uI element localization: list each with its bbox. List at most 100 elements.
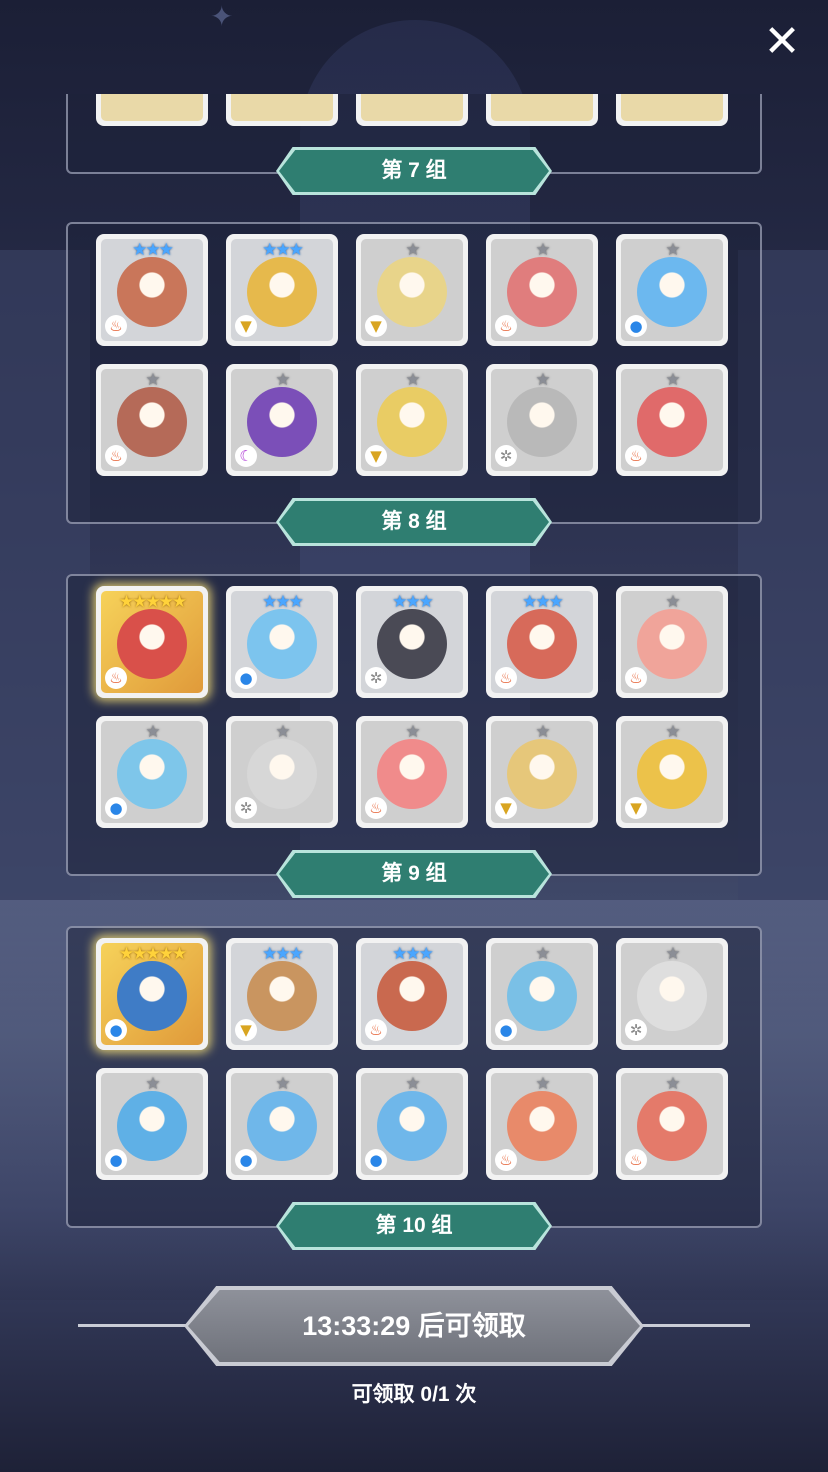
hero-card[interactable]: ★ ● (616, 234, 728, 346)
fire-icon: ♨ (495, 315, 517, 337)
hero-card[interactable]: ★ ♨ (96, 364, 208, 476)
hero-card[interactable]: ★ ▼ (356, 364, 468, 476)
hero-card[interactable]: ★★★ ▼ (226, 234, 338, 346)
star-rating-icon: ★★★ (262, 592, 304, 612)
hero-card[interactable]: ★★★ ● (226, 586, 338, 698)
earth-icon: ▼ (365, 315, 387, 337)
fire-icon: ♨ (105, 667, 127, 689)
hero-portrait-frame: ★ ✲ (231, 721, 333, 823)
hero-portrait-frame: ★★★ ▼ (231, 239, 333, 341)
hero-card[interactable] (486, 94, 598, 126)
hero-card[interactable] (616, 94, 728, 126)
hero-card[interactable]: ★★★★★ ♨ (96, 586, 208, 698)
star-rating-icon: ★ (535, 722, 550, 742)
hero-card[interactable]: ★ ♨ (616, 586, 728, 698)
hero-portrait (247, 961, 317, 1031)
background-star-icon: ✦ (210, 1, 234, 32)
hero-portrait-frame: ★ ● (621, 239, 723, 341)
hero-card[interactable]: ★★★ ♨ (356, 938, 468, 1050)
hero-portrait-frame: ★ ● (101, 721, 203, 823)
fire-icon: ♨ (105, 445, 127, 467)
hero-card[interactable] (96, 94, 208, 126)
hero-portrait-frame: ★★★ ♨ (101, 239, 203, 341)
hero-card[interactable] (356, 94, 468, 126)
earth-icon: ▼ (625, 797, 647, 819)
hero-card[interactable]: ★ ♨ (616, 364, 728, 476)
hero-card[interactable]: ★ ✲ (616, 938, 728, 1050)
claim-button[interactable]: 13:33:29 后可领取 (184, 1286, 644, 1366)
fire-icon: ♨ (625, 667, 647, 689)
star-rating-icon: ★ (665, 944, 680, 964)
star-rating-icon: ★ (535, 1074, 550, 1094)
water-drop-icon: ● (105, 1149, 127, 1171)
hero-portrait-frame: ★★★★★ ● (101, 943, 203, 1045)
hero-portrait-frame: ★ ♨ (621, 1073, 723, 1175)
group-title: 第 9 组 (279, 853, 549, 895)
fire-icon: ♨ (105, 315, 127, 337)
group-title: 第 7 组 (279, 150, 549, 192)
star-rating-icon: ★ (535, 944, 550, 964)
hero-card[interactable]: ★★★ ♨ (486, 586, 598, 698)
hero-card[interactable]: ★ ♨ (486, 234, 598, 346)
hero-card[interactable]: ★ ▼ (486, 716, 598, 828)
hero-card[interactable]: ★★★★★ ● (96, 938, 208, 1050)
reward-group-list[interactable]: 第 7 组 ★★★ ♨ ★★★ ▼ ★ ▼ ★ ♨ ★ ● ★ ♨ ★ ☾ ★ ▼ ★ ✲ ★ ♨ 第 8 组 ★★★★★ ♨… (66, 94, 762, 1256)
star-rating-icon: ★ (275, 1074, 290, 1094)
hero-portrait (117, 1091, 187, 1161)
group-title: 第 8 组 (279, 501, 549, 543)
star-rating-icon: ★ (405, 1074, 420, 1094)
water-drop-icon: ● (105, 797, 127, 819)
hero-card[interactable]: ★ ▼ (616, 716, 728, 828)
hero-card[interactable]: ★ ● (486, 938, 598, 1050)
star-rating-icon: ★ (665, 722, 680, 742)
star-rating-icon: ★ (535, 240, 550, 260)
hero-portrait-frame: ★ ▼ (361, 239, 463, 341)
fire-icon: ♨ (495, 667, 517, 689)
hero-portrait (117, 387, 187, 457)
hero-card[interactable]: ★★★ ▼ (226, 938, 338, 1050)
hero-portrait (377, 1091, 447, 1161)
hero-portrait-frame: ★ ♨ (101, 369, 203, 471)
hero-portrait (637, 387, 707, 457)
group-title: 第 10 组 (279, 1205, 549, 1247)
hero-card[interactable]: ★ ✲ (226, 716, 338, 828)
hero-card[interactable]: ★ ♨ (356, 716, 468, 828)
hero-card[interactable]: ★ ▼ (356, 234, 468, 346)
earth-icon: ▼ (365, 445, 387, 467)
hero-card[interactable]: ★ ● (96, 716, 208, 828)
dark-moon-icon: ☾ (235, 445, 257, 467)
hero-card[interactable]: ★★★ ♨ (96, 234, 208, 346)
group-title-banner: 第 10 组 (276, 1202, 552, 1250)
star-rating-icon: ★ (665, 240, 680, 260)
hero-portrait (117, 961, 187, 1031)
close-button[interactable]: ✕ (758, 18, 806, 66)
hero-portrait (637, 739, 707, 809)
hero-card[interactable]: ★ ♨ (486, 1068, 598, 1180)
fire-icon: ♨ (365, 797, 387, 819)
hero-card[interactable]: ★ ♨ (616, 1068, 728, 1180)
star-rating-icon: ★★★ (262, 240, 304, 260)
hero-portrait-frame: ★ ♨ (491, 239, 593, 341)
hero-portrait (247, 739, 317, 809)
hero-card[interactable]: ★ ● (226, 1068, 338, 1180)
hero-portrait-frame: ★★★ ♨ (491, 591, 593, 693)
hero-portrait-frame: ★ ● (101, 1073, 203, 1175)
hero-card[interactable]: ★ ✲ (486, 364, 598, 476)
hero-portrait-frame: ★★★ ▼ (231, 943, 333, 1045)
hero-portrait (117, 609, 187, 679)
hero-portrait-frame: ★ ☾ (231, 369, 333, 471)
hero-card[interactable]: ★★★ ✲ (356, 586, 468, 698)
hero-card[interactable]: ★ ● (96, 1068, 208, 1180)
earth-icon: ▼ (495, 797, 517, 819)
hero-card[interactable] (226, 94, 338, 126)
hero-portrait-frame: ★ ● (231, 1073, 333, 1175)
star-rating-icon: ★ (405, 370, 420, 390)
water-drop-icon: ● (495, 1019, 517, 1041)
group-title-banner: 第 7 组 (276, 147, 552, 195)
fire-icon: ♨ (625, 445, 647, 467)
fire-icon: ♨ (625, 1149, 647, 1171)
hero-portrait (247, 1091, 317, 1161)
water-drop-icon: ● (365, 1149, 387, 1171)
hero-card[interactable]: ★ ☾ (226, 364, 338, 476)
hero-card[interactable]: ★ ● (356, 1068, 468, 1180)
